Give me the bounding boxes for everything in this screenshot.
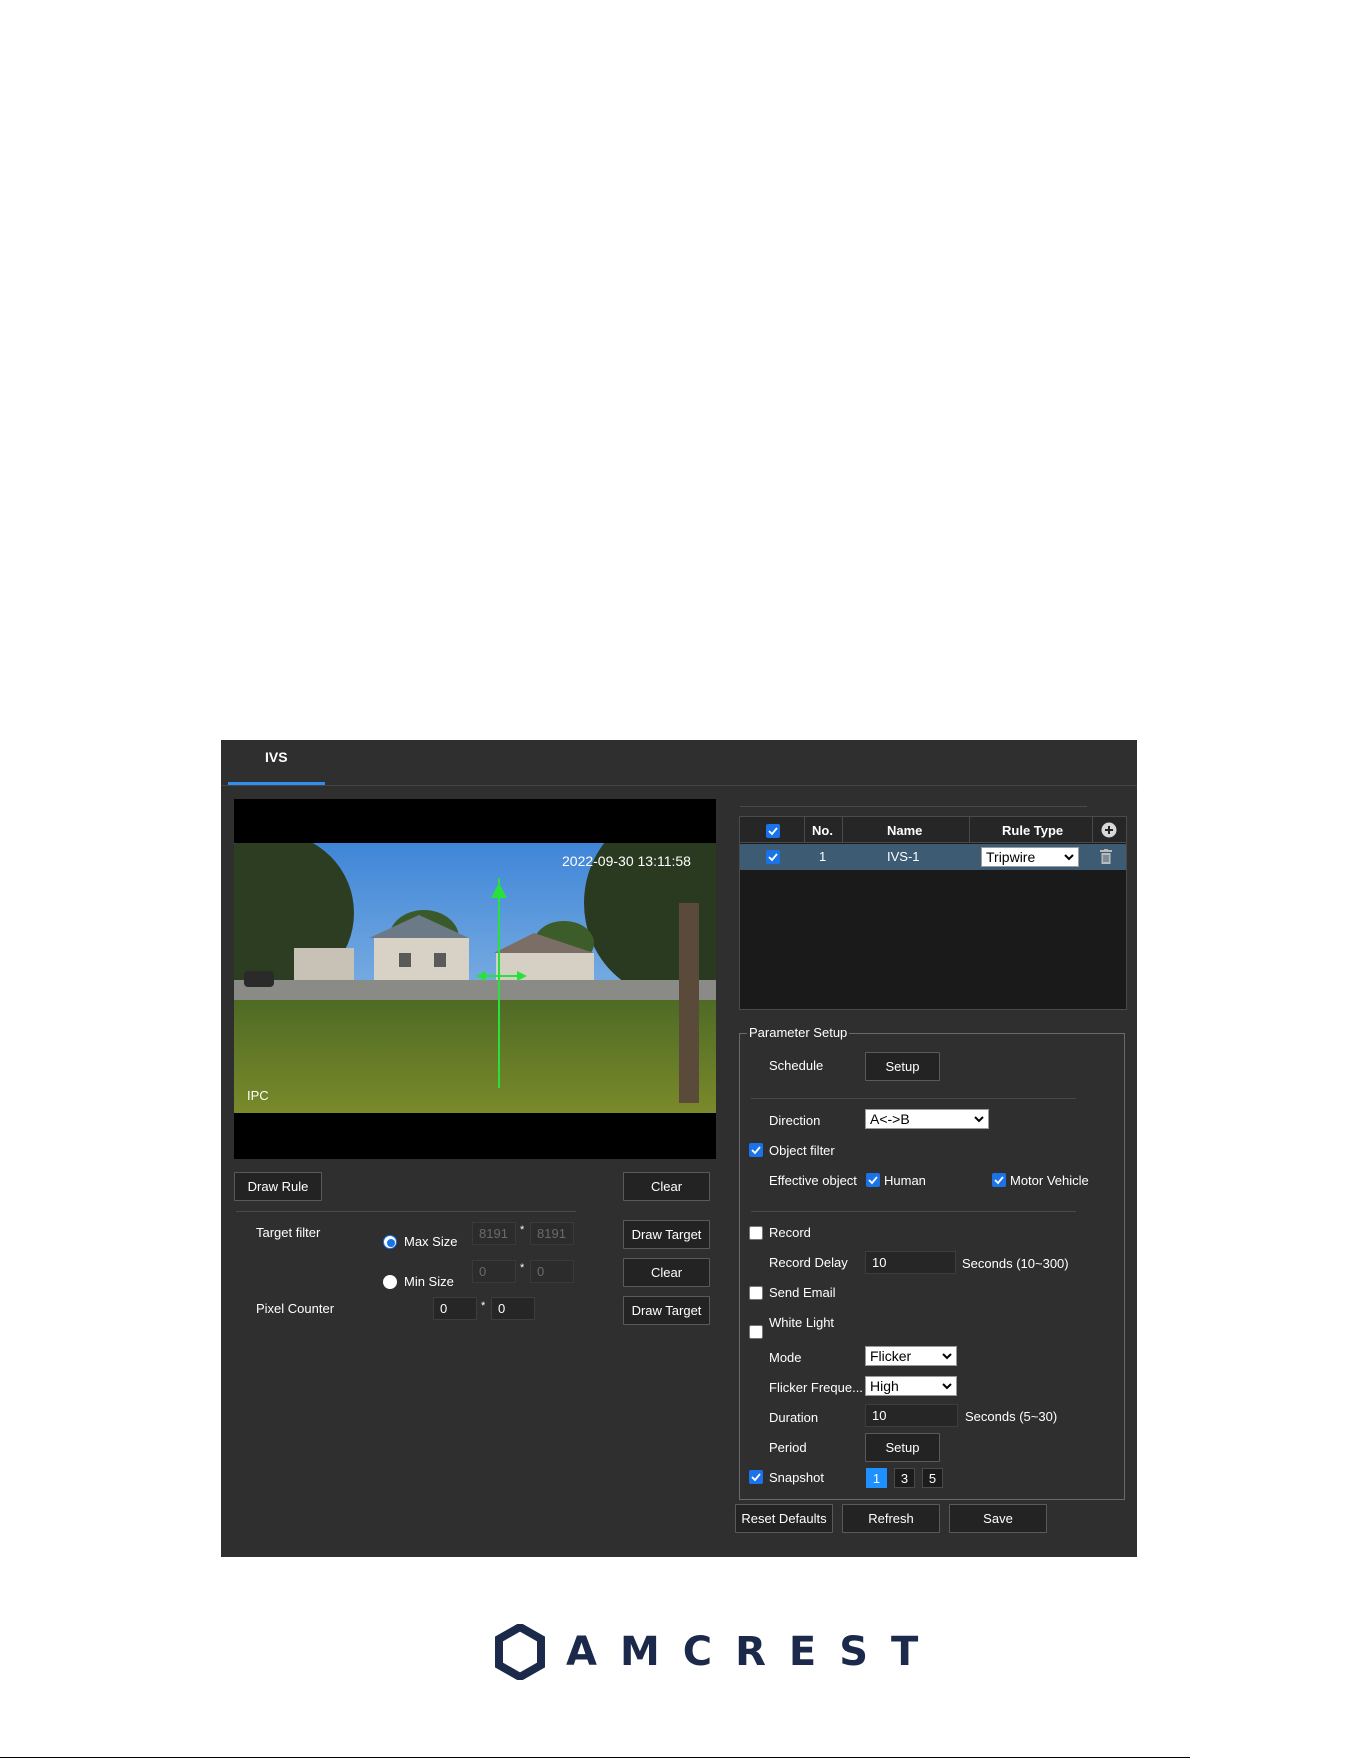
min-width-input[interactable]: 0 bbox=[472, 1260, 516, 1283]
record-label: Record bbox=[769, 1225, 811, 1240]
direction-value: A<->B bbox=[870, 1111, 910, 1127]
motor-vehicle-checkbox[interactable] bbox=[992, 1173, 1006, 1187]
human-checkbox[interactable] bbox=[866, 1173, 880, 1187]
duration-label: Duration bbox=[769, 1410, 819, 1425]
min-size-label: Min Size bbox=[404, 1274, 454, 1289]
header-no: No. bbox=[812, 823, 833, 838]
effective-object-label: Effective object bbox=[769, 1173, 857, 1188]
mode-label: Mode bbox=[769, 1350, 802, 1365]
chevron-down-icon bbox=[1064, 854, 1074, 861]
video-preview[interactable]: 2022-09-30 13:11:58 IPC bbox=[234, 799, 716, 1159]
flicker-frequency-value: High bbox=[870, 1378, 899, 1394]
draw-target-button[interactable]: Draw Target bbox=[623, 1220, 710, 1249]
schedule-setup-button[interactable]: Setup bbox=[865, 1052, 940, 1081]
direction-select[interactable]: A<->B bbox=[865, 1109, 989, 1129]
tab-divider bbox=[221, 785, 1137, 786]
max-width-input[interactable]: 8191 bbox=[472, 1222, 516, 1245]
rules-top-line bbox=[740, 806, 1087, 807]
flicker-frequency-label: Flicker Freque... bbox=[769, 1380, 863, 1395]
refresh-button[interactable]: Refresh bbox=[842, 1504, 940, 1533]
draw-rule-button[interactable]: Draw Rule bbox=[234, 1172, 322, 1201]
white-light-label: White Light bbox=[769, 1315, 835, 1330]
snapshot-label: Snapshot bbox=[769, 1470, 824, 1485]
reset-defaults-button[interactable]: Reset Defaults bbox=[735, 1504, 833, 1533]
min-size-radio[interactable] bbox=[383, 1275, 397, 1289]
rules-table: No. Name Rule Type 1 IVS-1 Tripwire bbox=[739, 816, 1127, 1010]
rule-row-name: IVS-1 bbox=[887, 849, 920, 864]
send-email-label: Send Email bbox=[769, 1285, 836, 1300]
delete-rule-icon[interactable] bbox=[1100, 849, 1112, 864]
rule-type-select[interactable]: Tripwire bbox=[981, 847, 1079, 867]
ivs-panel: IVS 2022-09-30 13:11:58 IPC Draw Rule Cl… bbox=[221, 740, 1137, 1557]
motor-vehicle-label: Motor Vehicle bbox=[1010, 1173, 1089, 1188]
flicker-frequency-select[interactable]: High bbox=[865, 1376, 957, 1396]
rule-row-no: 1 bbox=[819, 849, 827, 864]
pixel-counter-width[interactable]: 0 bbox=[433, 1297, 477, 1320]
max-height-input[interactable]: 8191 bbox=[530, 1222, 574, 1245]
pixel-counter-height[interactable]: 0 bbox=[491, 1297, 535, 1320]
rules-table-header: No. Name Rule Type bbox=[740, 817, 1126, 843]
white-light-checkbox[interactable] bbox=[749, 1325, 763, 1339]
pixel-counter-separator: * bbox=[481, 1300, 486, 1312]
period-label: Period bbox=[769, 1440, 807, 1455]
send-email-checkbox[interactable] bbox=[749, 1286, 763, 1300]
chevron-down-icon bbox=[974, 1116, 984, 1123]
select-all-checkbox[interactable] bbox=[766, 824, 780, 838]
amcrest-logo-text: AMCREST bbox=[566, 1629, 942, 1675]
chevron-down-icon bbox=[942, 1353, 952, 1360]
col-divider bbox=[1092, 817, 1093, 843]
left-divider bbox=[236, 1211, 576, 1212]
object-filter-label: Object filter bbox=[769, 1143, 835, 1158]
parameter-setup-legend: Parameter Setup bbox=[747, 1025, 850, 1040]
period-setup-button[interactable]: Setup bbox=[865, 1433, 940, 1462]
max-size-separator: * bbox=[520, 1224, 525, 1236]
rule-row-checkbox[interactable] bbox=[766, 850, 780, 864]
page-bottom-rule bbox=[0, 1757, 1190, 1758]
schedule-label: Schedule bbox=[769, 1058, 824, 1073]
min-size-separator: * bbox=[520, 1262, 525, 1274]
object-filter-checkbox[interactable] bbox=[749, 1143, 763, 1157]
human-label: Human bbox=[884, 1173, 926, 1188]
amcrest-logo-icon bbox=[495, 1624, 545, 1680]
duration-range: Seconds (5~30) bbox=[965, 1409, 1058, 1424]
clear-target-button[interactable]: Clear bbox=[623, 1258, 710, 1287]
save-button[interactable]: Save bbox=[949, 1504, 1047, 1533]
record-delay-input[interactable]: 10 bbox=[865, 1251, 956, 1274]
col-divider bbox=[969, 817, 970, 843]
video-channel-label: IPC bbox=[247, 1088, 269, 1103]
col-divider bbox=[804, 817, 805, 843]
header-name: Name bbox=[887, 823, 923, 838]
col-divider bbox=[842, 817, 843, 843]
tab-ivs[interactable]: IVS bbox=[265, 749, 288, 765]
camera-scene-image bbox=[234, 843, 716, 1113]
pixel-draw-target-button[interactable]: Draw Target bbox=[623, 1296, 710, 1325]
max-size-radio[interactable] bbox=[383, 1235, 397, 1249]
rule-type-value: Tripwire bbox=[986, 849, 1036, 865]
clear-rule-button[interactable]: Clear bbox=[623, 1172, 710, 1201]
target-filter-label: Target filter bbox=[256, 1225, 321, 1240]
snapshot-option-3[interactable]: 3 bbox=[894, 1468, 915, 1488]
mode-select[interactable]: Flicker bbox=[865, 1346, 957, 1366]
add-rule-icon[interactable] bbox=[1101, 822, 1117, 838]
object-divider bbox=[751, 1211, 1076, 1212]
pixel-counter-label: Pixel Counter bbox=[256, 1301, 335, 1316]
record-delay-range: Seconds (10~300) bbox=[962, 1256, 1069, 1271]
header-rule-type: Rule Type bbox=[1002, 823, 1064, 838]
record-delay-label: Record Delay bbox=[769, 1255, 848, 1270]
snapshot-checkbox[interactable] bbox=[749, 1470, 763, 1484]
video-timestamp: 2022-09-30 13:11:58 bbox=[562, 853, 691, 869]
rule-row[interactable]: 1 IVS-1 Tripwire bbox=[740, 844, 1126, 870]
direction-label: Direction bbox=[769, 1113, 821, 1128]
snapshot-option-1[interactable]: 1 bbox=[866, 1468, 887, 1488]
min-height-input[interactable]: 0 bbox=[530, 1260, 574, 1283]
max-size-label: Max Size bbox=[404, 1234, 458, 1249]
snapshot-option-5[interactable]: 5 bbox=[922, 1468, 943, 1488]
duration-input[interactable]: 10 bbox=[865, 1404, 958, 1427]
schedule-divider bbox=[751, 1098, 1076, 1099]
record-checkbox[interactable] bbox=[749, 1226, 763, 1240]
mode-value: Flicker bbox=[870, 1348, 912, 1364]
chevron-down-icon bbox=[942, 1383, 952, 1390]
